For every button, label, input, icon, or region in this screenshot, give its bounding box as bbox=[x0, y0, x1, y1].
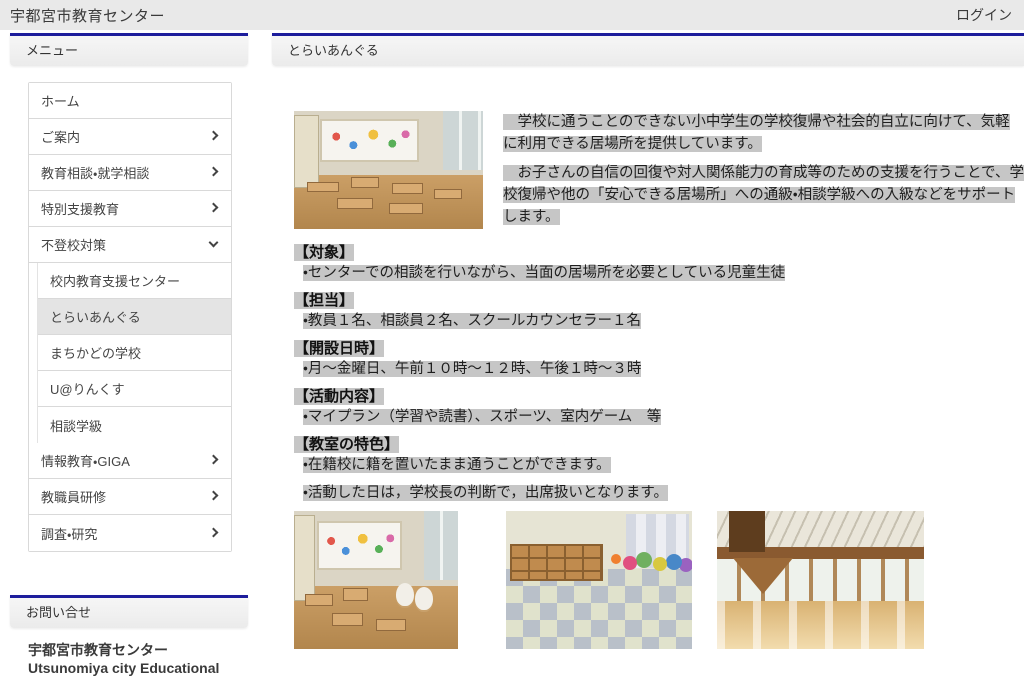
sidebar-subitem-soudan-class[interactable]: 相談学級 bbox=[38, 407, 231, 443]
sidebar-item-label: 校内教育支援センター bbox=[50, 274, 181, 289]
section-heading: 【担当】 bbox=[294, 292, 355, 309]
page: 宇都宮市教育センター ログイン メニュー ホーム ご案内 教育相談・就学相談 特… bbox=[0, 0, 1024, 683]
sidebar-item-label: 教育相談・就学相談 bbox=[41, 166, 150, 181]
playroom-photo bbox=[506, 511, 693, 649]
sidebar-item-staff-training[interactable]: 教職員研修 bbox=[29, 479, 231, 515]
sidebar-item-it-education-giga[interactable]: 情報教育・GIGA bbox=[29, 443, 231, 479]
page-content: 学校に通うことのできない小中学生の学校復帰や社会的自立に向けて、気軽に利用できる… bbox=[272, 66, 1024, 649]
sidebar-item-label: 相談学級 bbox=[50, 418, 103, 434]
classroom-photo-2 bbox=[294, 511, 458, 649]
section-tanto: 【担当】 ・教員１名、相談員２名、スクールカウンセラー１名 bbox=[294, 291, 1024, 331]
chevron-down-icon bbox=[208, 237, 219, 248]
chevron-right-icon bbox=[208, 166, 219, 177]
sidebar-item-research[interactable]: 調査・研究 bbox=[29, 515, 231, 551]
site-header: 宇都宮市教育センター ログイン bbox=[0, 0, 1024, 30]
section-item: ・センターでの相談を行いながら、当面の居場所を必要としている児童生徒 bbox=[303, 265, 786, 281]
sidebar-item-label: 調査・研究 bbox=[41, 526, 98, 542]
chevron-right-icon bbox=[208, 202, 219, 213]
gym-photo bbox=[716, 511, 924, 649]
menu-panel-header: メニュー bbox=[10, 33, 248, 66]
section-katsudo-naiyo: 【活動内容】 ・マイプラン（学習や読書）、スポーツ、室内ゲーム 等 bbox=[294, 387, 1024, 427]
sidebar-item-guide[interactable]: ご案内 bbox=[29, 119, 231, 155]
sidebar-item-label: ホーム bbox=[41, 94, 80, 109]
section-heading: 【教室の特色】 bbox=[294, 436, 400, 453]
sidebar-subitem-triangle-active[interactable]: とらいあんぐる bbox=[38, 299, 231, 335]
chevron-right-icon bbox=[208, 527, 219, 537]
sidebar-subitem-u-links[interactable]: U@りんくす bbox=[38, 371, 231, 407]
contact-name-en: Utsunomiya city Educational bbox=[28, 660, 220, 676]
sidebar: メニュー ホーム ご案内 教育相談・就学相談 特別支援教育 不登校対策 校内教育… bbox=[10, 33, 248, 552]
contact-panel: お問い合せ bbox=[10, 595, 248, 628]
sidebar-item-futoko-taisaku[interactable]: 不登校対策 bbox=[29, 227, 231, 263]
sidebar-submenu: 校内教育支援センター とらいあんぐる まちかどの学校 U@りんくす 相談学級 bbox=[37, 263, 231, 443]
section-item: ・活動した日は，学校長の判断で，出席扱いとなります。 bbox=[303, 485, 668, 501]
sidebar-item-label: ご案内 bbox=[41, 130, 81, 145]
sidebar-item-label: 不登校対策 bbox=[41, 238, 107, 253]
sidebar-item-label: 情報教育・GIGA bbox=[41, 454, 130, 469]
chevron-right-icon bbox=[208, 454, 219, 465]
sidebar-item-label: 教職員研修 bbox=[41, 490, 107, 505]
classroom-photo bbox=[294, 111, 483, 229]
contact-panel-header: お問い合せ bbox=[10, 595, 248, 628]
main-panel: とらいあんぐる 学校に通うことのできない小中学生の学校復帰や社会的自立に向けて、… bbox=[272, 33, 1024, 649]
sidebar-item-label: まちかどの学校 bbox=[50, 346, 142, 361]
contact-name-ja: 宇都宮市教育センター bbox=[28, 642, 168, 658]
section-item: ・在籍校に籍を置いたまま通うことができます。 bbox=[303, 457, 611, 473]
section-kyoshitsu-tokushoku: 【教室の特色】 ・在籍校に籍を置いたまま通うことができます。 ・活動した日は，学… bbox=[294, 435, 1024, 503]
section-heading: 【開設日時】 bbox=[294, 340, 385, 357]
intro-paragraph: お子さんの自信の回復や対人関係能力の育成等のための支援を行うことで、学校復帰や他… bbox=[503, 165, 1024, 225]
sidebar-subitem-school-support-center[interactable]: 校内教育支援センター bbox=[38, 263, 231, 299]
intro-paragraph: 学校に通うことのできない小中学生の学校復帰や社会的自立に向けて、気軽に利用できる… bbox=[503, 114, 1010, 152]
intro-text: 学校に通うことのできない小中学生の学校復帰や社会的自立に向けて、気軽に利用できる… bbox=[503, 111, 1024, 228]
section-heading: 【活動内容】 bbox=[294, 388, 385, 405]
photo-gallery bbox=[294, 511, 1024, 649]
section-taisho: 【対象】 ・センターでの相談を行いながら、当面の居場所を必要としている児童生徒 bbox=[294, 243, 1024, 283]
contact-info: 宇都宮市教育センター Utsunomiya city Educational bbox=[28, 641, 219, 677]
section-kaisetsu-nichiji: 【開設日時】 ・月～金曜日、午前１０時～１２時、午後１時～３時 bbox=[294, 339, 1024, 379]
login-link[interactable]: ログイン bbox=[956, 5, 1012, 25]
page-title: とらいあんぐる bbox=[272, 33, 1024, 66]
sidebar-item-home[interactable]: ホーム bbox=[29, 83, 231, 119]
sidebar-item-label: U@りんくす bbox=[50, 382, 125, 397]
sidebar-menu: ホーム ご案内 教育相談・就学相談 特別支援教育 不登校対策 校内教育支援センタ… bbox=[28, 82, 232, 552]
site-title-link[interactable]: 宇都宮市教育センター bbox=[10, 5, 165, 26]
detail-sections: 【対象】 ・センターでの相談を行いながら、当面の居場所を必要としている児童生徒 … bbox=[294, 243, 1024, 503]
section-heading: 【対象】 bbox=[294, 244, 355, 261]
chevron-right-icon bbox=[208, 490, 219, 501]
section-item: ・月～金曜日、午前１０時～１２時、午後１時～３時 bbox=[303, 361, 642, 377]
section-item: ・マイプラン（学習や読書）、スポーツ、室内ゲーム 等 bbox=[303, 409, 662, 425]
sidebar-item-counseling[interactable]: 教育相談・就学相談 bbox=[29, 155, 231, 191]
sidebar-item-special-support[interactable]: 特別支援教育 bbox=[29, 191, 231, 227]
chevron-right-icon bbox=[208, 130, 219, 141]
sidebar-subitem-machikado-school[interactable]: まちかどの学校 bbox=[38, 335, 231, 371]
sidebar-item-label: 特別支援教育 bbox=[41, 202, 120, 217]
sidebar-item-label: とらいあんぐる bbox=[50, 310, 141, 325]
intro-section: 学校に通うことのできない小中学生の学校復帰や社会的自立に向けて、気軽に利用できる… bbox=[294, 111, 1024, 229]
section-item: ・教員１名、相談員２名、スクールカウンセラー１名 bbox=[303, 313, 641, 329]
